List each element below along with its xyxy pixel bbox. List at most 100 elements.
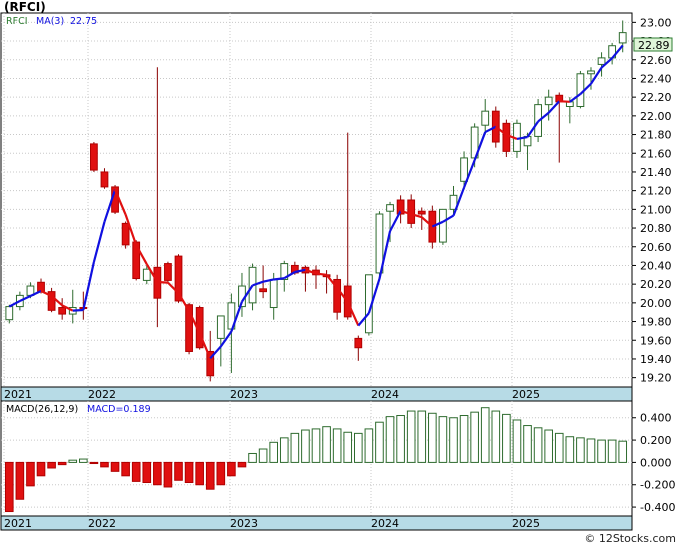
price-y-tick-label: 21.80: [640, 129, 672, 142]
price-y-axis: 23.0022.8022.6022.4022.2022.0021.8021.60…: [632, 16, 672, 385]
candle-body: [90, 143, 98, 171]
macd-bar: [332, 428, 342, 463]
macd-y-tick-label: -0.400: [640, 501, 675, 514]
macd-x-tick-label: 2022: [88, 517, 116, 530]
ma-segment: [177, 292, 191, 312]
candle-body: [587, 70, 595, 75]
ma-segment: [559, 100, 570, 103]
macd-y-tick-label: 0.200: [640, 434, 672, 447]
candle-body: [259, 288, 268, 293]
last-price-value: 22.89: [638, 39, 670, 52]
macd-x-tick-label: 2024: [371, 517, 399, 530]
macd-bar: [26, 461, 35, 487]
ma-segment: [389, 210, 402, 232]
macd-bar: [417, 410, 427, 463]
price-y-tick-label: 22.20: [640, 91, 672, 104]
macd-panel-frame: [0, 400, 633, 531]
price-y-tick-label: 20.40: [640, 259, 672, 272]
macd-bar: [15, 461, 25, 500]
candle-body: [491, 110, 500, 143]
macd-bar: [4, 461, 14, 513]
candle-body: [417, 210, 426, 215]
ma-segment: [315, 272, 327, 276]
macd-bar: [512, 419, 522, 463]
candle-body: [58, 307, 67, 315]
candle-body: [407, 199, 416, 224]
macd-x-tick-label: 2025: [512, 517, 540, 530]
candle-body: [544, 96, 553, 106]
macd-bar: [153, 461, 162, 486]
candle-body: [216, 315, 225, 339]
ma-segment: [590, 66, 603, 85]
candle-body: [597, 57, 606, 65]
price-y-tick-label: 19.20: [640, 372, 672, 385]
price-y-tick-label: 22.60: [640, 54, 672, 67]
candle-body: [164, 263, 172, 281]
price-y-tick-label: 20.20: [640, 278, 672, 291]
macd-bar: [523, 425, 532, 463]
macd-bar: [491, 410, 501, 463]
macd-bar: [576, 437, 585, 463]
macd-bar: [290, 432, 300, 463]
price-y-tick-label: 19.40: [640, 353, 672, 366]
macd-bar: [195, 461, 204, 486]
price-y-tick-label: 21.00: [640, 203, 672, 216]
macd-bar: [449, 417, 458, 463]
candle-body: [37, 281, 45, 293]
ma-segment: [72, 308, 84, 312]
macd-bar: [364, 428, 374, 463]
legend-ma-value: 22.75: [70, 16, 97, 27]
macd-bar: [597, 439, 606, 463]
macd-bars: [4, 407, 628, 513]
macd-bar: [565, 436, 575, 463]
legend-symbol: RFCI: [6, 16, 28, 27]
macd-bar: [607, 439, 617, 463]
price-x-tick-label: 2025: [512, 388, 540, 401]
price-x-tick-label: 2023: [230, 388, 258, 401]
candle-body: [576, 73, 585, 107]
macd-bar: [480, 407, 490, 463]
macd-bar: [47, 461, 56, 469]
macd-y-tick-label: 0.000: [640, 456, 672, 469]
ma-segment: [92, 221, 106, 263]
price-y-tick-label: 20.80: [640, 222, 672, 235]
macd-bar: [279, 437, 289, 463]
macd-bar: [269, 441, 279, 463]
macd-bar: [502, 413, 511, 463]
macd-bar: [89, 461, 99, 465]
macd-y-tick-label: 0.400: [640, 412, 672, 425]
watermark: © 12Stocks.com: [584, 532, 676, 545]
macd-x-tick-label: 2023: [230, 517, 258, 530]
macd-bar: [258, 448, 268, 463]
price-x-tick-label: 2021: [4, 388, 32, 401]
price-y-tick-label: 23.00: [640, 16, 672, 29]
macd-bar: [385, 416, 395, 463]
macd-bar: [586, 438, 596, 463]
price-y-tick-label: 21.60: [640, 147, 672, 160]
price-y-tick-label: 21.20: [640, 185, 672, 198]
macd-bar: [396, 415, 405, 463]
macd-bar: [533, 427, 543, 463]
macd-bar: [353, 432, 363, 463]
macd-x-tick-label: 2021: [4, 517, 32, 530]
macd-bar: [174, 461, 183, 481]
candle-body: [618, 32, 627, 44]
macd-bar: [205, 461, 215, 490]
price-x-tick-label: 2022: [88, 388, 116, 401]
price-gridlines: [1, 13, 632, 387]
candle-body: [481, 110, 490, 126]
macd-bar: [406, 410, 416, 463]
macd-legend-value: MACD=0.189: [87, 404, 151, 415]
price-panel-frame: [0, 12, 633, 402]
macd-bar: [322, 426, 331, 463]
macd-bar: [184, 461, 194, 484]
macd-bar: [438, 416, 448, 463]
ma-segment: [157, 280, 168, 284]
macd-bar: [142, 461, 152, 484]
candle-body: [121, 222, 130, 246]
price-y-tick-label: 19.60: [640, 334, 672, 347]
macd-bar: [428, 412, 437, 463]
macd-bar: [459, 415, 469, 463]
candle-body: [269, 278, 278, 309]
macd-bar: [100, 461, 109, 468]
